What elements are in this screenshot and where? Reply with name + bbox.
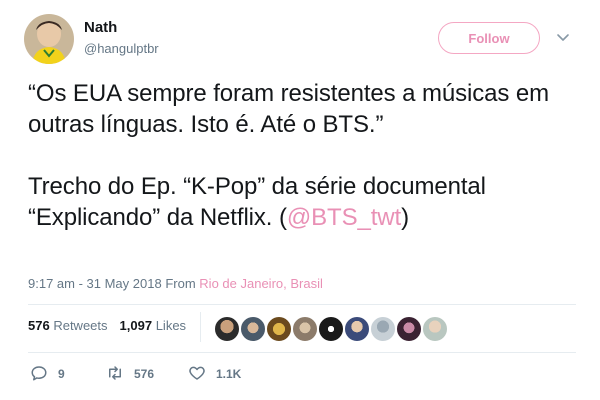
- likes-label: Likes: [155, 318, 187, 333]
- from-label: From: [165, 276, 196, 291]
- reply-icon: [30, 364, 58, 385]
- liker-avatar[interactable]: [344, 316, 370, 342]
- divider: [28, 304, 576, 305]
- engagement-stats: 576 Retweets 1,097 Likes: [28, 318, 186, 333]
- tweet-paragraph-2: Trecho do Ep. “K-Pop” da série documenta…: [28, 171, 588, 233]
- liker-avatar[interactable]: [422, 316, 448, 342]
- reply-count: 9: [58, 367, 65, 381]
- tweet-paragraph-2-prefix: Trecho do Ep. “K-Pop” da série documenta…: [28, 173, 486, 231]
- avatar[interactable]: [24, 14, 74, 64]
- liker-avatar[interactable]: [266, 316, 292, 342]
- liker-avatar[interactable]: [318, 316, 344, 342]
- chevron-down-icon[interactable]: [556, 30, 570, 44]
- liker-avatar[interactable]: [370, 316, 396, 342]
- tweet-text: “Os EUA sempre foram resistentes a músic…: [28, 78, 588, 233]
- likes-count: 1,097: [119, 318, 153, 333]
- liker-avatar[interactable]: [292, 316, 318, 342]
- divider: [28, 352, 576, 353]
- stats-separator: [200, 312, 201, 342]
- retweets-stat[interactable]: 576 Retweets: [28, 318, 108, 333]
- tweet-actions: 9 576 1.1K: [28, 364, 328, 384]
- tweet-timestamp[interactable]: 9:17 am - 31 May 2018: [28, 276, 162, 291]
- retweet-button[interactable]: 576: [106, 364, 154, 384]
- retweet-count: 576: [134, 367, 155, 381]
- tweet-paragraph-2-suffix: ): [401, 204, 410, 231]
- liker-avatar[interactable]: [240, 316, 266, 342]
- reply-button[interactable]: 9: [30, 364, 65, 384]
- likes-stat[interactable]: 1,097 Likes: [120, 318, 187, 333]
- user-handle[interactable]: @hangulptbr: [84, 41, 159, 56]
- like-count: 1.1K: [216, 367, 242, 381]
- mention-link[interactable]: @BTS_twt: [287, 204, 401, 231]
- tweet-meta: 9:17 am - 31 May 2018 From Rio de Janeir…: [28, 276, 323, 291]
- user-name[interactable]: Nath: [84, 19, 117, 36]
- tweet-paragraph-1: “Os EUA sempre foram resistentes a músic…: [28, 80, 549, 138]
- heart-icon: [188, 364, 216, 385]
- liker-avatar[interactable]: [214, 316, 240, 342]
- follow-button[interactable]: Follow: [438, 22, 540, 54]
- liker-avatar[interactable]: [396, 316, 422, 342]
- retweets-label: Retweets: [53, 318, 108, 333]
- retweet-icon: [106, 364, 134, 385]
- location-link[interactable]: Rio de Janeiro, Brasil: [199, 276, 323, 291]
- like-button[interactable]: 1.1K: [188, 364, 241, 384]
- retweets-count: 576: [28, 318, 50, 333]
